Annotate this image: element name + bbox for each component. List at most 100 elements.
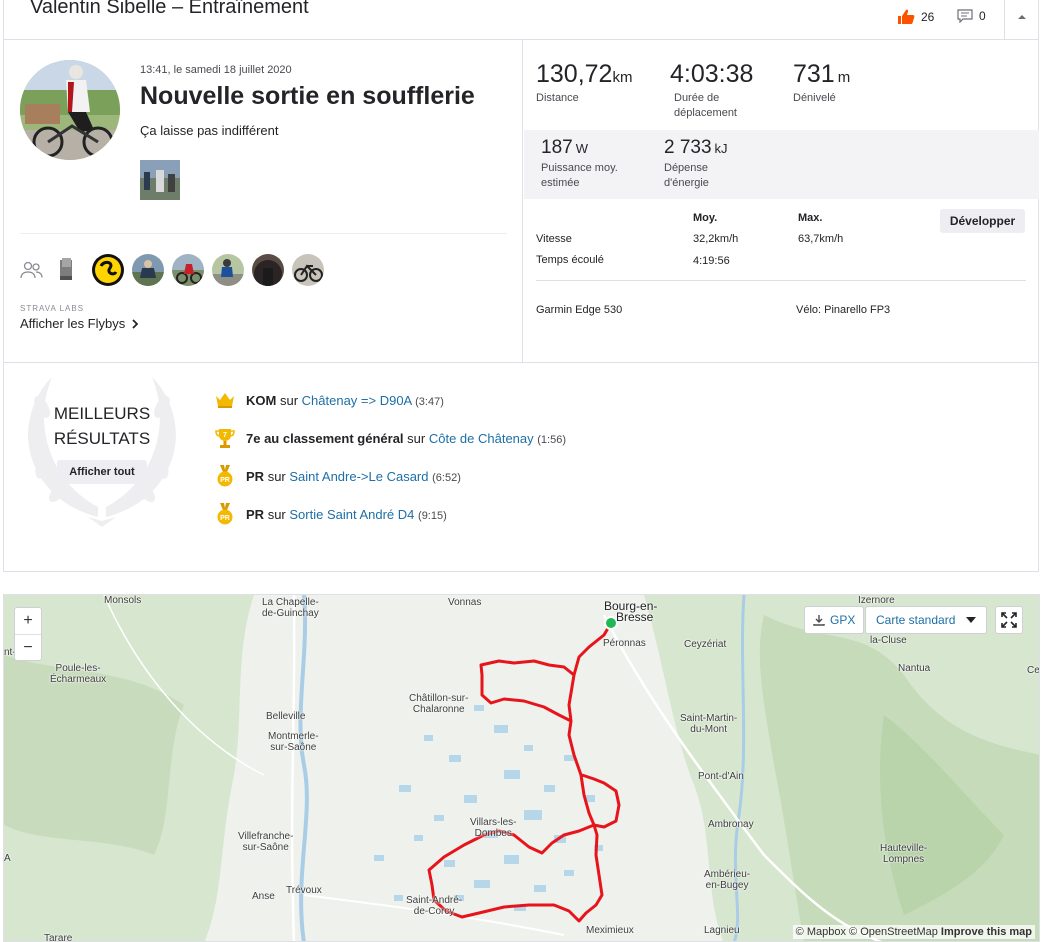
place-label: Poule-les- Écharmeaux xyxy=(50,663,106,685)
best-results-line1: MEILLEURS xyxy=(53,404,151,423)
place-label: Saint-André-de-Corcy xyxy=(406,895,462,917)
place-label-line: Hauteville- xyxy=(880,843,928,854)
place-label: La Chapelle-de-Guinchay xyxy=(262,597,319,619)
participant-avatar[interactable] xyxy=(212,254,244,286)
segment-link[interactable]: Côte de Châtenay xyxy=(429,431,534,446)
moving-time-label-2: déplacement xyxy=(674,107,737,119)
flybys-link[interactable]: Afficher les Flybys xyxy=(20,316,139,331)
activity-summary: 13:41, le samedi 18 juillet 2020 Nouvell… xyxy=(4,40,523,362)
energy-label-2: d'énergie xyxy=(664,177,709,189)
elevation-unit: m xyxy=(837,69,851,86)
zoom-out-button[interactable]: − xyxy=(15,634,41,660)
place-label: Pont-d'Ain xyxy=(698,771,744,782)
strava-labs-label: STRAVA LABS xyxy=(20,304,85,313)
group-athletes-icon[interactable] xyxy=(20,260,44,280)
comments-button[interactable]: 0 xyxy=(957,9,986,23)
zoom-in-button[interactable]: + xyxy=(15,608,41,634)
stat-power: 187 W Puissance moy. estimée xyxy=(541,137,618,191)
activity-date: 13:41, le samedi 18 juillet 2020 xyxy=(140,64,292,76)
place-label-line: Bresse xyxy=(616,610,654,624)
moving-time-value: 4:03:38 xyxy=(670,60,754,88)
place-label-line: sur-Saône xyxy=(242,842,289,853)
place-label: Bourg-en- Bresse xyxy=(604,600,657,624)
participant-avatar[interactable] xyxy=(172,254,204,286)
place-label: Saint-Martin-du-Mont xyxy=(680,713,737,735)
participant-avatar[interactable] xyxy=(252,254,284,286)
expand-stats-button[interactable]: Développer xyxy=(940,209,1025,233)
power-unit: W xyxy=(575,141,588,156)
route-map[interactable]: Monsols La Chapelle-de-Guinchay Vonnas B… xyxy=(3,594,1040,942)
card-header: Valentin Sibelle – Entraînement 26 0 xyxy=(4,0,1038,40)
participant-avatar[interactable] xyxy=(132,254,164,286)
row-elapsed-avg: 4:19:56 xyxy=(693,255,730,267)
best-results-line2: RÉSULTATS xyxy=(53,429,151,448)
achievement-sep: sur xyxy=(267,468,286,484)
place-label-line: Saint-Martin- xyxy=(680,713,738,724)
participant-avatar[interactable] xyxy=(92,254,124,286)
segment-link[interactable]: Sortie Saint André D4 xyxy=(289,507,414,522)
achievement-item: 7 7e au classement général sur Côte de C… xyxy=(214,427,566,449)
improve-map-link[interactable]: Improve this map xyxy=(941,926,1032,938)
achievement-type: 7e au classement général xyxy=(246,430,404,446)
collapse-caret-icon[interactable] xyxy=(1015,10,1029,24)
achievement-type: PR xyxy=(246,506,265,522)
participant-avatar[interactable] xyxy=(292,254,324,286)
pr-medal-icon: PR xyxy=(217,465,233,487)
zoom-control: + − xyxy=(14,607,42,661)
place-label-line: Écharmeaux xyxy=(50,674,107,685)
elevation-value: 731 xyxy=(793,60,835,88)
athlete-avatar[interactable] xyxy=(20,60,120,160)
osm-link[interactable]: © OpenStreetMap xyxy=(849,926,938,938)
achievement-sep: sur xyxy=(407,430,426,446)
distance-value: 130,72 xyxy=(536,60,613,88)
svg-text:PR: PR xyxy=(220,477,230,484)
row-elapsed-label: Temps écoulé xyxy=(536,254,604,266)
segment-link[interactable]: Châtenay => D90A xyxy=(302,393,412,408)
header-separator xyxy=(1004,0,1005,40)
map-style-label: Carte standard xyxy=(876,613,956,627)
trophy-icon: 7 xyxy=(215,429,235,448)
comment-count: 0 xyxy=(979,9,986,23)
fullscreen-button[interactable] xyxy=(995,606,1023,634)
activity-stats: 130,72km Distance 4:03:38 Durée de dépla… xyxy=(524,40,1039,362)
gpx-download-button[interactable]: GPX xyxy=(804,606,865,634)
place-label-line: Chalaronne xyxy=(412,704,465,715)
participant-photo[interactable] xyxy=(52,254,76,286)
bike-name: Vélo: Pinarello FP3 xyxy=(796,304,891,316)
place-label: Anse xyxy=(252,891,275,902)
place-label: Hauteville- Lompnes xyxy=(880,843,927,865)
svg-text:PR: PR xyxy=(220,515,230,522)
pr-medal-icon: PR xyxy=(217,503,233,525)
secondary-stats-band: 187 W Puissance moy. estimée 2 733 kJ Dépe… xyxy=(524,130,1039,199)
best-results-title: MEILLEURS RÉSULTATS xyxy=(24,401,180,451)
kudos-button[interactable]: 26 xyxy=(897,9,934,25)
activity-photo-thumbnail[interactable] xyxy=(140,160,180,200)
place-label-line: Poule-les- xyxy=(55,663,101,674)
caret-down-icon xyxy=(966,617,976,623)
achievement-item: PR PR sur Sortie Saint André D4 (9:15) xyxy=(214,503,447,525)
place-label-line: Dombes xyxy=(474,828,512,839)
achievement-item: KOM sur Châtenay => D90A (3:47) xyxy=(214,389,444,411)
activity-description: Ça laisse pas indifférent xyxy=(140,123,279,138)
place-label-line: Villefranche- xyxy=(238,831,294,842)
map-base-layer xyxy=(4,595,1039,941)
segment-time: (3:47) xyxy=(415,395,444,408)
place-label-line: Villars-les- xyxy=(470,817,517,828)
place-label: Ambérieu-en-Bugey xyxy=(704,869,750,891)
map-style-select[interactable]: Carte standard xyxy=(865,606,987,634)
activity-name: Nouvelle sortie en soufflerie xyxy=(140,82,475,110)
energy-value: 2 733 xyxy=(664,137,712,158)
place-label: Lagnieu xyxy=(704,925,740,936)
place-label: Belleville xyxy=(266,711,306,722)
chevron-right-icon xyxy=(132,318,139,329)
place-label-line: de-Corcy xyxy=(413,906,455,917)
mapbox-link[interactable]: © Mapbox xyxy=(796,926,846,938)
show-all-achievements-button[interactable]: Afficher tout xyxy=(57,460,147,484)
place-label: Ambronay xyxy=(708,819,754,830)
segment-link[interactable]: Saint Andre->Le Casard xyxy=(289,469,428,484)
thumbs-up-icon xyxy=(898,9,915,24)
power-value: 187 xyxy=(541,137,573,158)
place-label-line: Ambérieu- xyxy=(704,869,751,880)
kudos-count: 26 xyxy=(921,10,935,24)
device-name: Garmin Edge 530 xyxy=(536,304,623,316)
